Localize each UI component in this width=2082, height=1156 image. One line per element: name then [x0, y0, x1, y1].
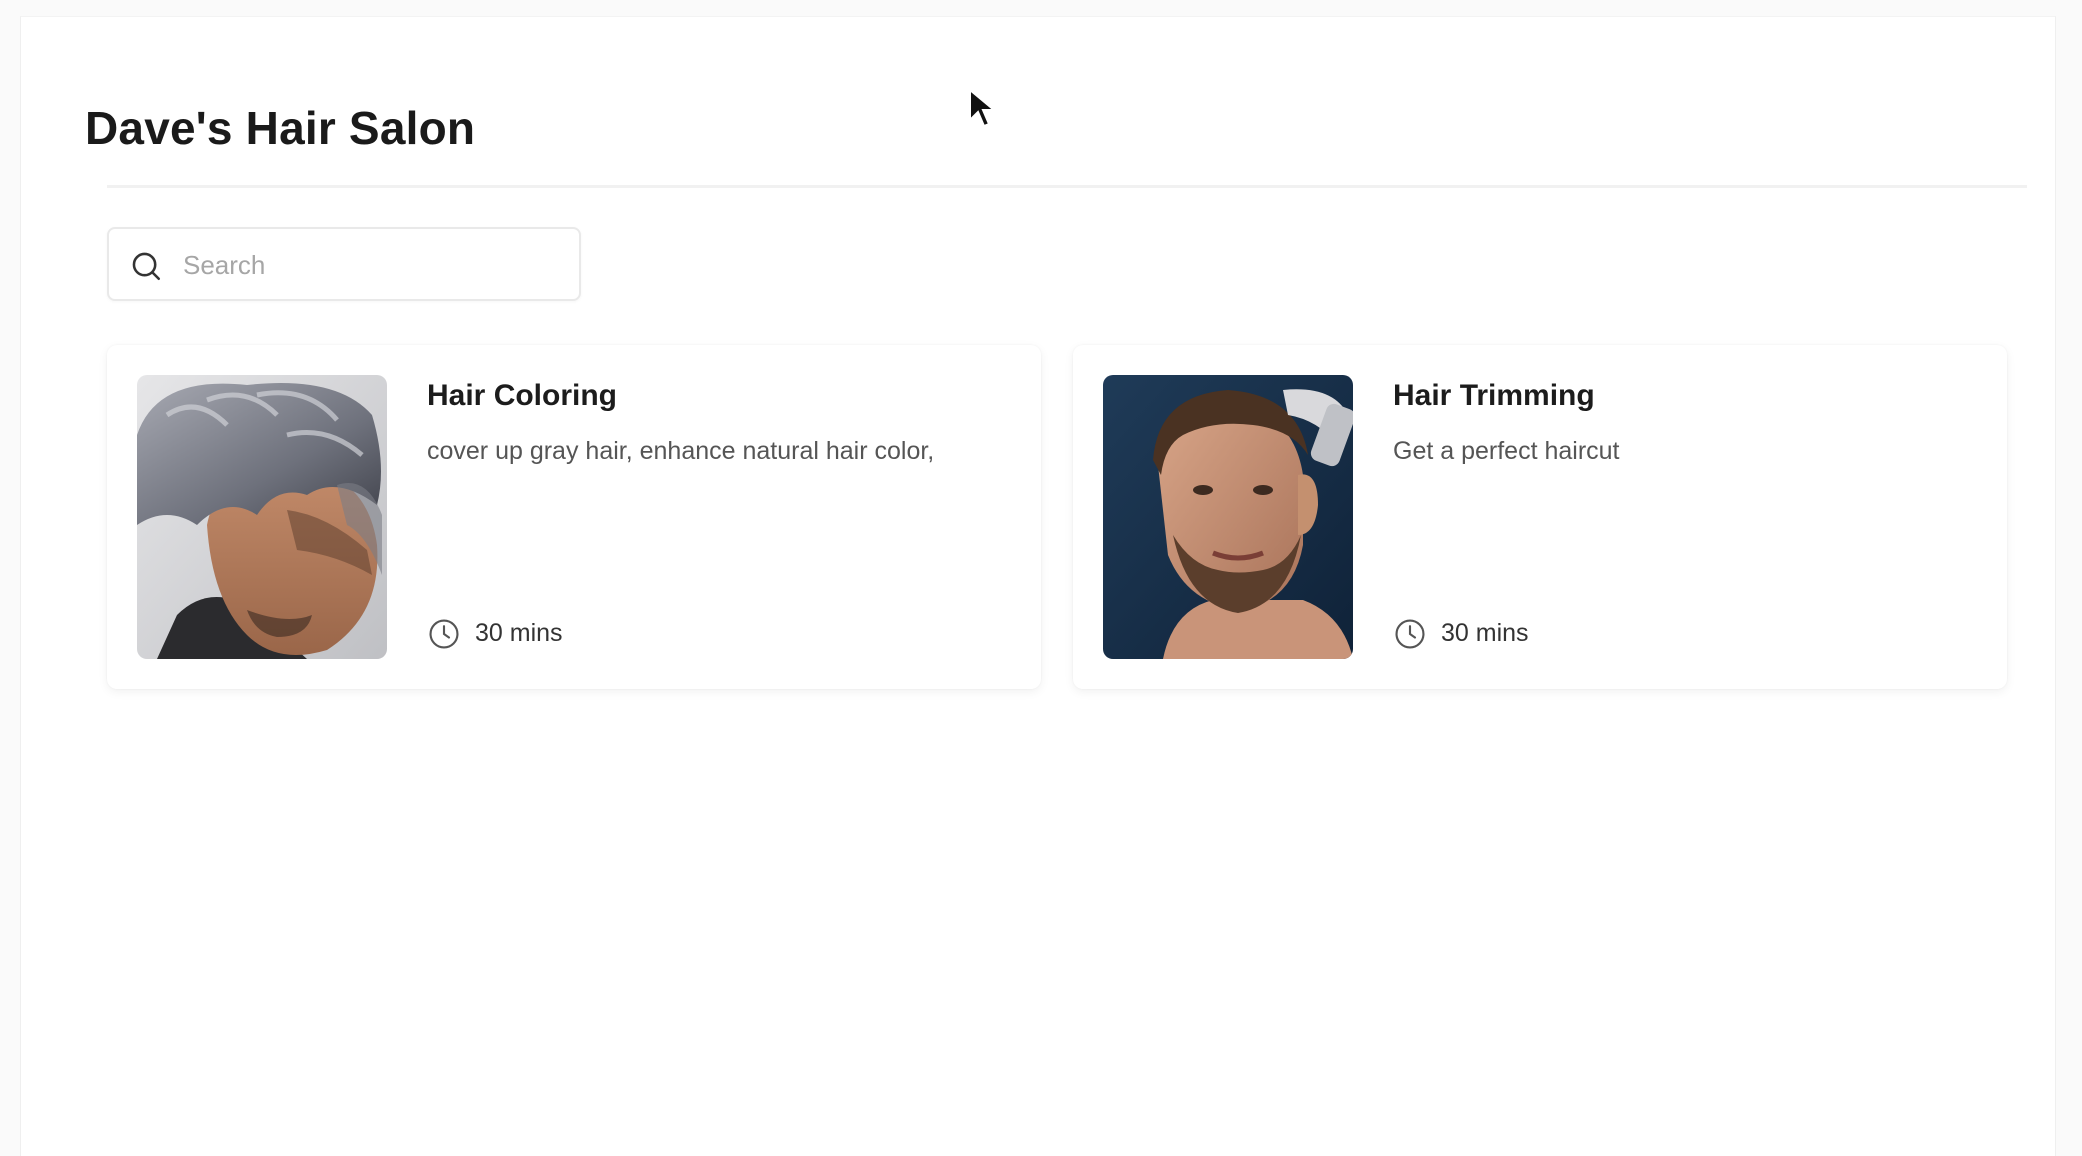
page-container: Dave's Hair Salon Search Hair Coloring c…	[20, 16, 2056, 1156]
service-title: Hair Coloring	[427, 379, 618, 412]
search-box[interactable]	[107, 227, 581, 301]
page-title: Dave's Hair Salon	[85, 102, 476, 154]
mouse-cursor-icon	[969, 88, 996, 128]
service-duration: 30 mins	[1441, 619, 1529, 647]
search-input[interactable]	[181, 229, 565, 301]
service-image-hair-trimming	[1103, 375, 1353, 659]
header-divider	[107, 185, 2027, 188]
service-image-hair-coloring	[137, 375, 387, 659]
clock-icon	[429, 619, 459, 649]
service-title: Hair Trimming	[1393, 379, 1595, 412]
clock-icon	[1395, 619, 1425, 649]
search-icon	[132, 252, 161, 281]
service-duration: 30 mins	[475, 619, 563, 647]
service-description: cover up gray hair, enhance natural hair…	[427, 437, 935, 465]
service-description: Get a perfect haircut	[1393, 437, 1620, 465]
service-card-hair-coloring[interactable]: Hair Coloring cover up gray hair, enhanc…	[107, 345, 1041, 689]
service-card-hair-trimming[interactable]: Hair Trimming Get a perfect haircut 30 m…	[1073, 345, 2007, 689]
